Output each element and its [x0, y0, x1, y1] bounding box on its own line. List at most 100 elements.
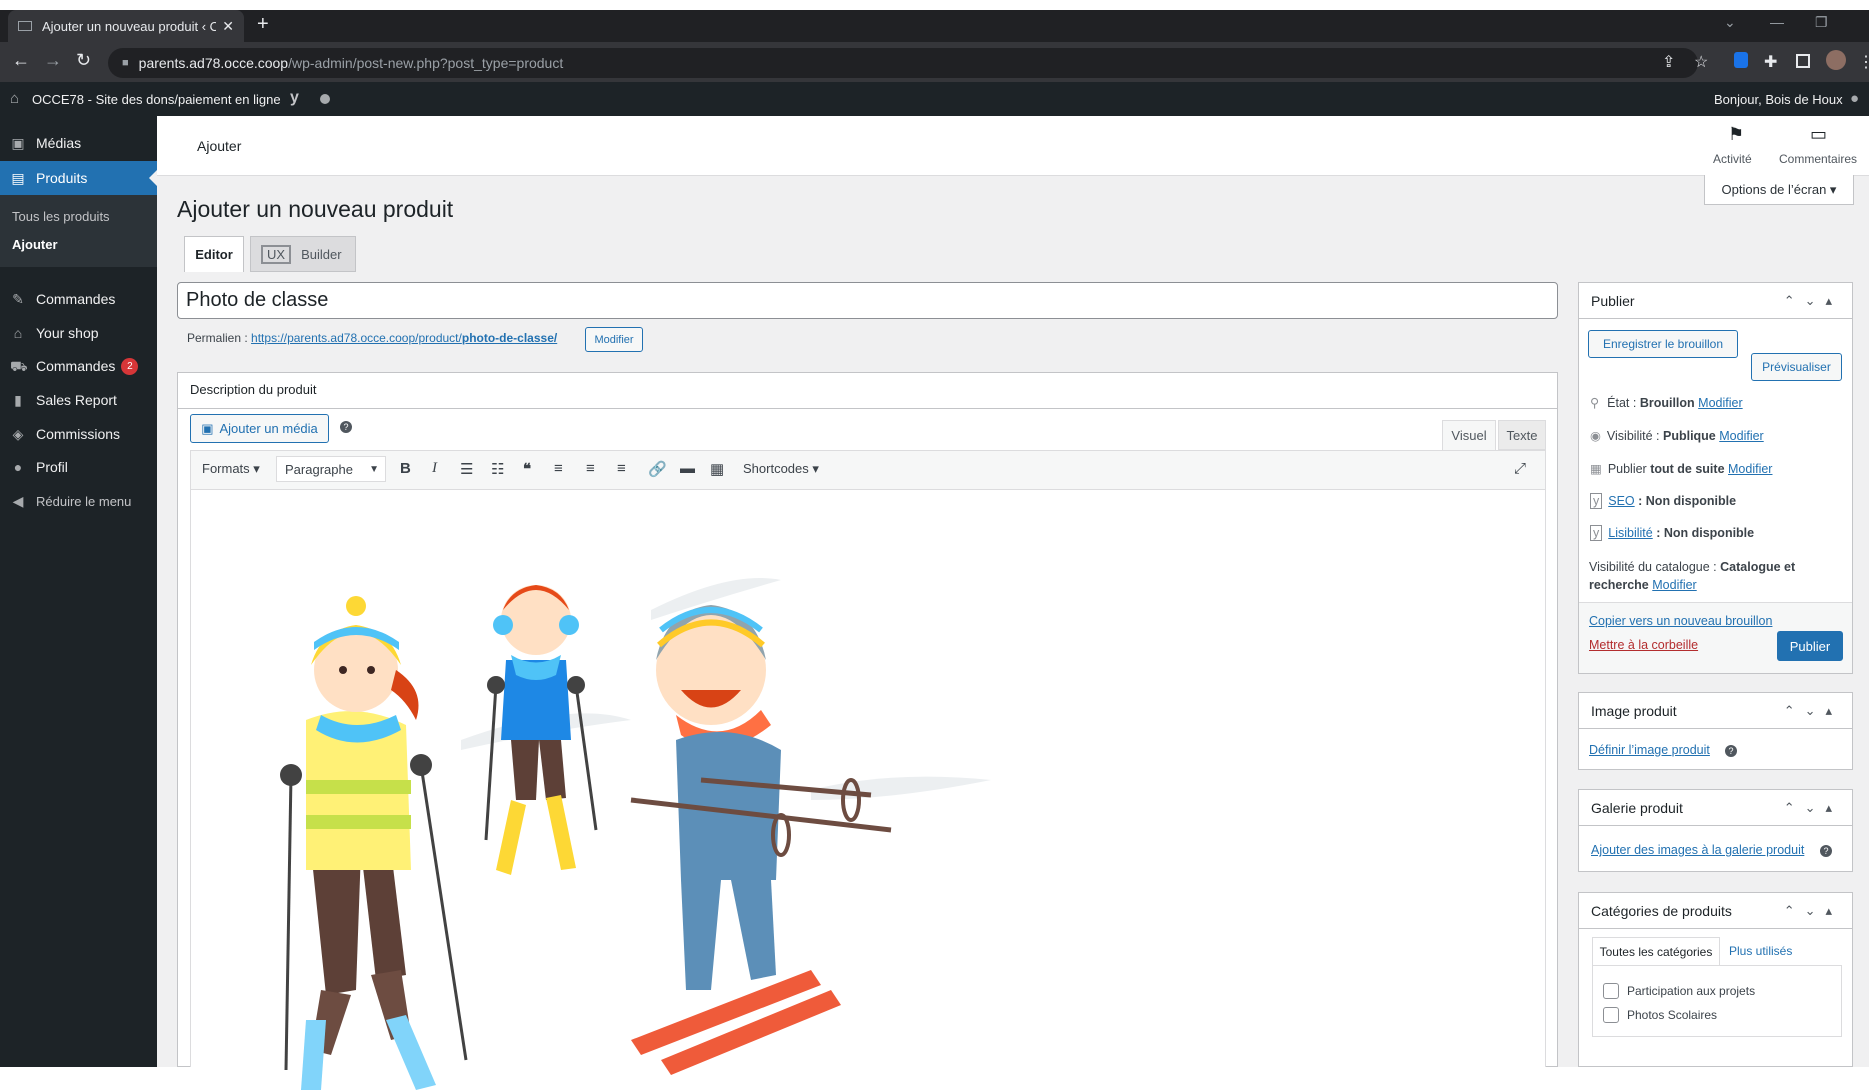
site-name[interactable]: OCCE78 - Site des dons/paiement en ligne [32, 92, 281, 107]
set-product-image-link[interactable]: Définir l’image produit [1589, 743, 1710, 757]
url-bar[interactable]: ■ parents.ad78.occe.coop/wp-admin/post-n… [108, 48, 1698, 78]
sidebar-item-commandes-2[interactable]: ⛟ Commandes 2 [0, 349, 157, 383]
catalog-modify-link[interactable]: Modifier [1652, 578, 1696, 592]
product-title-input[interactable]: Photo de classe [177, 282, 1558, 319]
share-icon[interactable]: ⇪ [1662, 52, 1675, 72]
read-more-icon[interactable]: ▬ [680, 460, 695, 477]
url-path: /wp-admin/post-new.php?post_type=product [288, 55, 564, 71]
tab-most-used[interactable]: Plus utilisés [1729, 944, 1792, 958]
bold-icon[interactable]: B [400, 460, 411, 477]
reload-icon[interactable]: ↻ [76, 50, 91, 71]
submenu-all-products[interactable]: Tous les produits [12, 209, 110, 224]
page-title: Ajouter un nouveau produit [177, 196, 454, 222]
sidebar-item-commandes[interactable]: ✎ Commandes [0, 282, 157, 316]
publish-time-modify-link[interactable]: Modifier [1728, 462, 1772, 476]
close-tab-icon[interactable]: ✕ [222, 18, 234, 35]
tab-editor[interactable]: Editor [184, 236, 244, 272]
profile-avatar[interactable] [1826, 50, 1846, 70]
category-checkbox[interactable] [1603, 1007, 1619, 1023]
trash-link[interactable]: Mettre à la corbeille [1589, 638, 1698, 652]
product-image-box: Image produit ⌃⌄▴ [1578, 692, 1853, 770]
quote-icon[interactable]: ❝ [523, 460, 531, 478]
yoast-icon: y [1590, 525, 1603, 541]
tab-text[interactable]: Texte [1498, 420, 1546, 450]
lock-icon: ■ [122, 57, 129, 69]
numbered-list-icon[interactable]: ☷ [491, 460, 504, 478]
sidebar-item-profil[interactable]: ● Profil [0, 450, 157, 484]
category-checkbox[interactable] [1603, 983, 1619, 999]
comments-link[interactable]: Commentaires [1779, 152, 1857, 166]
link-icon[interactable]: 🔗 [648, 460, 667, 478]
readability-row: y Lisibilité : Non disponible [1590, 525, 1754, 541]
yoast-icon[interactable]: y [290, 89, 299, 107]
preview-button[interactable]: Prévisualiser [1751, 353, 1842, 381]
puzzle-icon[interactable]: ✚ [1764, 52, 1777, 72]
submenu-add[interactable]: Ajouter [12, 237, 58, 252]
tab-ux-builder[interactable]: UX Builder [250, 236, 356, 272]
add-media-button[interactable]: ▣ Ajouter un média [190, 414, 329, 443]
permalink-link[interactable]: https://parents.ad78.occe.coop/product/p… [251, 331, 557, 345]
permalink-edit-button[interactable]: Modifier [585, 327, 643, 352]
activity-link[interactable]: Activité [1713, 152, 1752, 166]
add-gallery-images-link[interactable]: Ajouter des images à la galerie produit [1591, 843, 1804, 857]
align-left-icon[interactable]: ≡ [554, 460, 563, 477]
back-icon[interactable]: ← [12, 50, 30, 71]
home-icon[interactable]: ⌂ [10, 90, 19, 107]
help-icon[interactable]: ? [1820, 845, 1832, 857]
shortcodes-dropdown[interactable]: Shortcodes ▾ [743, 461, 819, 477]
save-draft-button[interactable]: Enregistrer le brouillon [1588, 330, 1738, 358]
sidebar-item-collapse[interactable]: ◀ Réduire le menu [0, 484, 157, 518]
align-center-icon[interactable]: ≡ [586, 460, 595, 477]
pin-icon: ⚲ [1590, 396, 1600, 410]
sidebar-item-sales-report[interactable]: ▮ Sales Report [0, 383, 157, 417]
publish-button[interactable]: Publier [1777, 631, 1843, 661]
commissions-icon: ◈ [12, 426, 24, 442]
formats-dropdown[interactable]: Formats ▾ [202, 461, 260, 477]
forward-icon[interactable]: → [44, 50, 62, 71]
bullet-list-icon[interactable]: ☰ [460, 460, 473, 478]
seo-link[interactable]: SEO [1608, 494, 1634, 508]
fullscreen-icon[interactable]: ⤢ [1514, 460, 1526, 477]
tab-all-categories[interactable]: Toutes les catégories [1592, 937, 1720, 965]
new-tab-button[interactable]: + [257, 13, 269, 36]
categories-list [1592, 965, 1842, 1037]
minimize-icon[interactable]: — [1770, 14, 1784, 30]
bookmark-star-icon[interactable]: ☆ [1694, 52, 1708, 72]
readability-link[interactable]: Lisibilité [1608, 526, 1652, 540]
box-arrows-icon[interactable]: ⌃⌄▴ [1784, 903, 1842, 919]
visibility-modify-link[interactable]: Modifier [1719, 429, 1763, 443]
box-arrows-icon[interactable]: ⌃⌄▴ [1784, 703, 1842, 719]
cart-icon: ⛟ [10, 358, 28, 374]
calendar-icon: ▦ [1590, 462, 1602, 476]
user-greeting[interactable]: Bonjour, Bois de Houx [1714, 92, 1843, 107]
screen-options-button[interactable]: Options de l’écran ▾ [1704, 175, 1854, 205]
toolbar-toggle-icon[interactable]: ▦ [710, 460, 724, 478]
status-modify-link[interactable]: Modifier [1698, 396, 1742, 410]
extension-icon[interactable] [1734, 52, 1748, 68]
sidebar-item-produits[interactable]: ▤ Produits [0, 161, 157, 195]
sidebar-item-your-shop[interactable]: ⌂ Your shop [0, 316, 157, 350]
category-label: Photos Scolaires [1627, 1008, 1718, 1022]
help-icon[interactable]: ? [340, 421, 352, 433]
box-arrows-icon[interactable]: ⌃⌄▴ [1784, 800, 1842, 816]
align-right-icon[interactable]: ≡ [617, 460, 626, 477]
tab-search-icon[interactable]: ⌄ [1724, 14, 1736, 31]
copy-draft-link[interactable]: Copier vers un nouveau brouillon [1589, 614, 1772, 628]
sidebar-item-medias[interactable]: ▣ Médias [0, 126, 157, 160]
sidepanel-icon[interactable] [1796, 54, 1810, 68]
paragraph-select[interactable]: Paragraphe ▼ [276, 456, 386, 482]
browser-tabbar [0, 10, 1869, 42]
help-icon[interactable]: ? [1725, 745, 1737, 757]
editor-content[interactable] [190, 490, 1546, 1090]
pin-icon: ✎ [12, 291, 24, 307]
tab-visual[interactable]: Visuel [1442, 420, 1496, 450]
page-header-bar: Ajouter ⚑ Activité ▭ Commentaires [157, 116, 1869, 176]
browser-menu-icon[interactable]: ⋮ [1858, 52, 1869, 72]
user-icon[interactable]: ● [1850, 90, 1859, 107]
admin-sidebar: ▣ Médias ▤ Produits Tous les produits Ajou… [0, 116, 157, 1067]
italic-icon[interactable]: I [432, 460, 437, 477]
restore-icon[interactable]: ❐ [1815, 14, 1828, 31]
sidebar-item-commissions[interactable]: ◈ Commissions [0, 417, 157, 451]
browser-tab[interactable]: Ajouter un nouveau produit ‹ OC ✕ [8, 10, 244, 42]
box-arrows-icon[interactable]: ⌃⌄▴ [1784, 293, 1842, 309]
